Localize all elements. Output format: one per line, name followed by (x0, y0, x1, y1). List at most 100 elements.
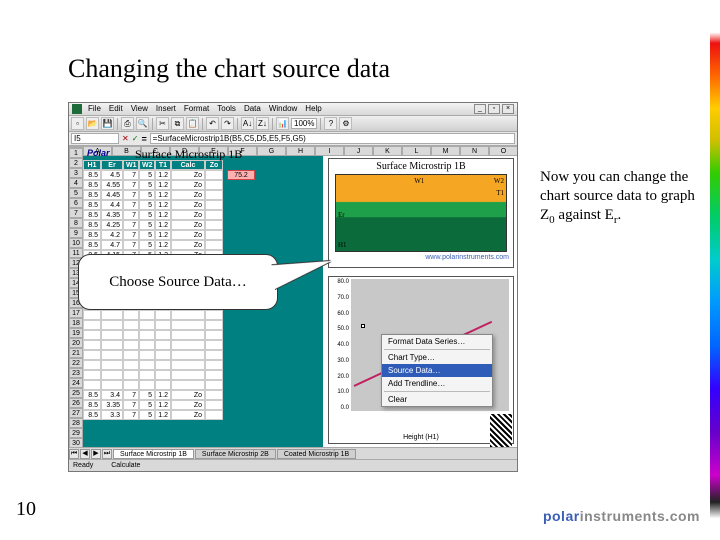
undo-icon[interactable]: ↶ (206, 117, 219, 130)
label-w1: W1 (414, 177, 424, 185)
row-header[interactable]: 17 (69, 308, 83, 318)
row-header[interactable]: 2 (69, 158, 83, 168)
col-header[interactable]: H (286, 146, 315, 156)
panel-title: Surface Microstrip 1B (135, 147, 242, 162)
col-header[interactable]: L (402, 146, 431, 156)
sort-desc-icon[interactable]: Z↓ (256, 117, 269, 130)
cut-icon[interactable]: ✂ (156, 117, 169, 130)
col-header[interactable]: O (489, 146, 518, 156)
restore-button[interactable]: ▫ (488, 104, 500, 114)
formula-bar[interactable]: =SurfaceMicrostrip1B(B5,C5,D5,E5,F5,G5) (150, 133, 515, 144)
row-header[interactable]: 25 (69, 388, 83, 398)
tab-nav-first[interactable]: ⏮ (69, 449, 79, 459)
status-right: Calculate (111, 462, 140, 469)
context-menu-item[interactable]: Clear (382, 393, 492, 406)
row-header[interactable]: 20 (69, 338, 83, 348)
row-header[interactable]: 27 (69, 408, 83, 418)
tab-nav-prev[interactable]: ◀ (80, 449, 90, 459)
row-header[interactable]: 5 (69, 188, 83, 198)
row-header[interactable]: 18 (69, 318, 83, 328)
minimize-button[interactable]: _ (474, 104, 486, 114)
callout-bubble: Choose Source Data… (78, 254, 278, 310)
context-menu-item[interactable]: Add Trendline… (382, 377, 492, 390)
row-header[interactable]: 3 (69, 168, 83, 178)
context-menu-item[interactable]: Chart Type… (382, 351, 492, 364)
fx-cancel-icon[interactable]: ✕ (122, 134, 129, 143)
menu-window[interactable]: Window (265, 104, 301, 114)
paste-icon[interactable]: 📋 (186, 117, 199, 130)
row-header[interactable]: 10 (69, 238, 83, 248)
col-header[interactable]: I (315, 146, 344, 156)
menu-insert[interactable]: Insert (152, 104, 180, 114)
footer-logo: polarinstruments.com (543, 508, 700, 524)
row-header[interactable]: 4 (69, 178, 83, 188)
row-header[interactable]: 9 (69, 228, 83, 238)
new-icon[interactable]: ▫ (71, 117, 84, 130)
menu-file[interactable]: File (84, 104, 105, 114)
help-icon[interactable]: ? (324, 117, 337, 130)
redo-icon[interactable]: ↷ (221, 117, 234, 130)
menu-edit[interactable]: Edit (105, 104, 127, 114)
z0-highlight: 75.2 (227, 170, 255, 180)
row-header[interactable]: 6 (69, 198, 83, 208)
row-header[interactable]: 26 (69, 398, 83, 408)
menu-data[interactable]: Data (240, 104, 265, 114)
col-header[interactable]: M (431, 146, 460, 156)
selection-handle[interactable] (361, 324, 365, 328)
col-header[interactable]: J (344, 146, 373, 156)
menu-tools[interactable]: Tools (213, 104, 240, 114)
context-menu-item[interactable]: Format Data Series… (382, 335, 492, 348)
standard-toolbar: ▫ 📂 💾 ⎙ 🔍 ✂ ⧉ 📋 ↶ ↷ A↓ Z↓ 📊 100% ? ⚙ (69, 116, 517, 132)
menu-format[interactable]: Format (180, 104, 213, 114)
zoom-combo[interactable]: 100% (291, 118, 317, 129)
col-header[interactable]: G (257, 146, 286, 156)
preview-icon[interactable]: 🔍 (136, 117, 149, 130)
save-icon[interactable]: 💾 (101, 117, 114, 130)
cross-section-chart[interactable]: Surface Microstrip 1B W2 T1 Er H1 W1 www… (328, 158, 514, 268)
tab-nav-last[interactable]: ⏭ (102, 449, 112, 459)
cross-section-footer: www.polarinstruments.com (329, 254, 513, 261)
row-header[interactable]: 29 (69, 428, 83, 438)
row-header[interactable]: 24 (69, 378, 83, 388)
page-number: 10 (16, 498, 36, 521)
row-header[interactable]: 7 (69, 208, 83, 218)
sheet-tab-3[interactable]: Coated Microstrip 1B (277, 449, 356, 459)
slide-title: Changing the chart source data (68, 54, 390, 84)
row-header[interactable]: 28 (69, 418, 83, 428)
row-header[interactable]: 1 (69, 148, 83, 158)
cross-section-body: W2 T1 Er H1 W1 (335, 174, 507, 252)
row-header[interactable]: 21 (69, 348, 83, 358)
fx-icon[interactable]: = (141, 134, 146, 144)
menu-help[interactable]: Help (301, 104, 325, 114)
name-box[interactable]: I5 (71, 133, 119, 144)
status-bar: Ready Calculate (69, 459, 517, 471)
app-icon (72, 104, 82, 114)
polar-logo: Polar (87, 148, 110, 158)
label-h1: H1 (338, 241, 347, 249)
context-menu-item[interactable]: Source Data… (382, 364, 492, 377)
print-icon[interactable]: ⎙ (121, 117, 134, 130)
sheet-tab-1[interactable]: Surface Microstrip 1B (113, 449, 194, 459)
tool-icon[interactable]: ⚙ (339, 117, 352, 130)
fx-enter-icon[interactable]: ✓ (132, 134, 139, 143)
row-header[interactable]: 22 (69, 358, 83, 368)
context-menu[interactable]: Format Data Series… Chart Type…Source Dat… (381, 334, 493, 407)
cross-section-title: Surface Microstrip 1B (329, 159, 513, 172)
sort-asc-icon[interactable]: A↓ (241, 117, 254, 130)
close-button[interactable]: × (502, 104, 514, 114)
sheet-tab-2[interactable]: Surface Microstrip 2B (195, 449, 276, 459)
callout-text: Choose Source Data… (109, 274, 246, 291)
copy-icon[interactable]: ⧉ (171, 117, 184, 130)
chart-icon[interactable]: 📊 (276, 117, 289, 130)
row-header[interactable]: 8 (69, 218, 83, 228)
row-header[interactable]: 23 (69, 368, 83, 378)
tab-nav-next[interactable]: ▶ (91, 449, 101, 459)
col-header[interactable]: N (460, 146, 489, 156)
row-header[interactable]: 19 (69, 328, 83, 338)
menu-view[interactable]: View (127, 104, 152, 114)
open-icon[interactable]: 📂 (86, 117, 99, 130)
side-annotation: Now you can change the chart source data… (540, 168, 710, 227)
menubar: File Edit View Insert Format Tools Data … (69, 103, 517, 116)
col-header[interactable]: K (373, 146, 402, 156)
label-t1: T1 (496, 189, 504, 197)
